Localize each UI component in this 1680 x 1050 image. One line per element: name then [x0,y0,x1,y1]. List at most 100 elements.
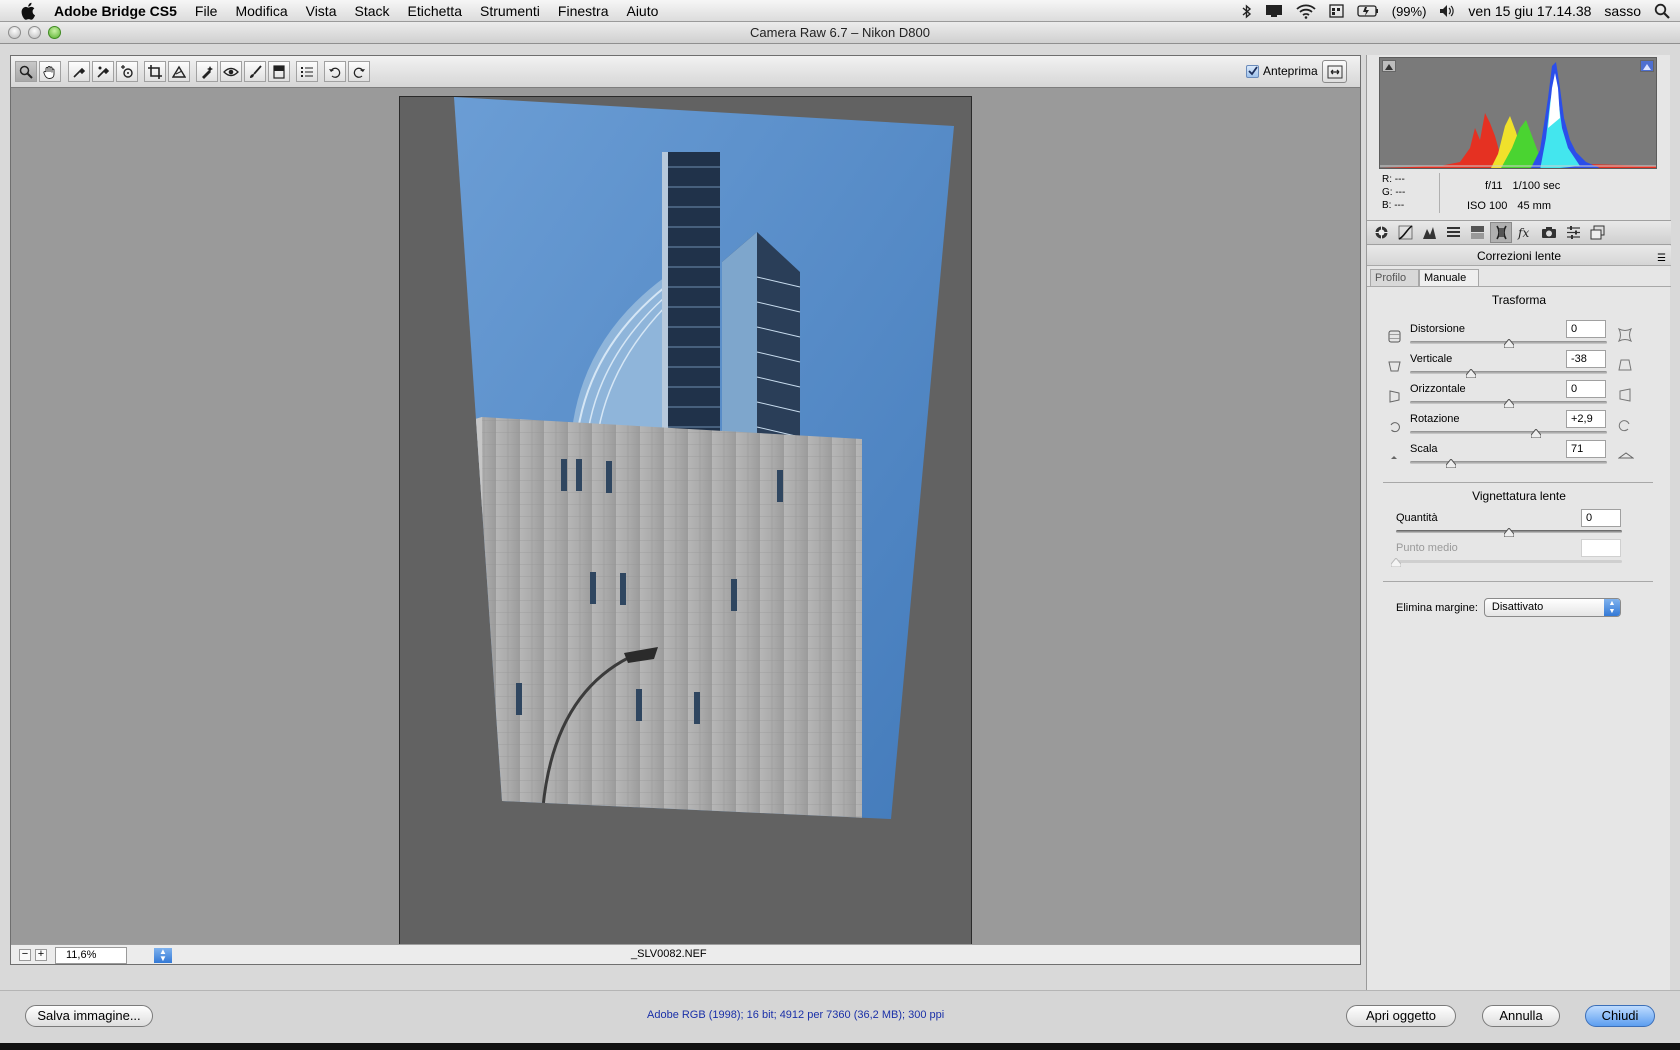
scale-slider-thumb[interactable] [1445,457,1457,469]
zoom-in-button[interactable]: + [35,949,47,961]
volume-icon[interactable] [1439,4,1455,18]
clock[interactable]: ven 15 giu 17.14.38 [1468,3,1591,19]
distortion-slider-thumb[interactable] [1503,337,1514,349]
scale-label: Scala [1410,443,1438,455]
rotate-left-icon [1388,420,1401,433]
subtab-profilo[interactable]: Profilo [1370,269,1419,287]
open-object-button[interactable]: Apri oggetto [1346,1005,1456,1027]
user-name[interactable]: sasso [1604,3,1641,19]
menu-finestra[interactable]: Finestra [549,3,618,19]
zoom-out-button[interactable]: − [19,949,31,961]
scale-value-input[interactable]: 71 [1566,440,1606,458]
tab-presets-icon[interactable] [1562,222,1584,243]
shadow-clipping-warning-button[interactable] [1382,60,1396,72]
menu-app-name[interactable]: Adobe Bridge CS5 [54,3,186,19]
rotate-cw-icon[interactable] [348,61,370,82]
subtab-manuale[interactable]: Manuale [1419,269,1479,287]
tab-lens-corrections-icon[interactable] [1490,222,1512,243]
scale-slider[interactable] [1410,461,1607,464]
white-balance-tool-icon[interactable] [68,61,90,82]
vignette-amount-input[interactable]: 0 [1581,509,1621,527]
menu-strumenti[interactable]: Strumenti [471,3,549,19]
tab-tone-curve-icon[interactable] [1394,222,1416,243]
cancel-button[interactable]: Annulla [1482,1005,1560,1027]
preview-checkbox[interactable] [1246,64,1259,78]
horizontal-perspective-right-icon [1618,388,1632,402]
zoom-level-select[interactable]: 11,6% ▲ ▼ [55,947,172,964]
zoom-tool-icon[interactable] [15,61,37,82]
crop-tool-icon[interactable] [144,61,166,82]
wifi-icon[interactable] [1296,4,1316,19]
fullscreen-button[interactable] [1322,60,1347,83]
tab-snapshots-icon[interactable] [1586,222,1608,243]
rotate-ccw-icon[interactable] [324,61,346,82]
rotation-slider[interactable] [1410,431,1607,434]
tool-bar: Anteprima [11,56,1360,88]
rotation-slider-row: Rotazione +2,9 [1367,410,1671,443]
preview-toggle[interactable]: Anteprima [1246,64,1318,78]
iso: ISO 100 [1467,200,1508,212]
dock-edge [0,1043,1680,1050]
graduated-filter-tool-icon[interactable] [268,61,290,82]
save-image-button[interactable]: Salva immagine... [25,1005,153,1027]
targeted-adjustment-tool-icon[interactable] [116,61,138,82]
menu-stack[interactable]: Stack [345,3,398,19]
vignette-section-title: Vignettatura lente [1472,489,1566,503]
horizontal-slider-thumb[interactable] [1503,397,1514,409]
histogram-graph [1380,58,1656,168]
color-sampler-tool-icon[interactable] [92,61,114,82]
vertical-perspective-icon [1388,360,1401,373]
defringe-row: Elimina margine: Disattivato ▲ ▼ [1396,598,1621,617]
rotation-value-input[interactable]: +2,9 [1566,410,1606,428]
adjustments-panel: R: --- G: --- B: --- f/11 1/100 sec ISO … [1366,55,1671,990]
zoom-window-button[interactable] [48,26,61,39]
tab-split-toning-icon[interactable] [1466,222,1488,243]
tab-effects-icon[interactable]: fx [1514,222,1536,243]
battery-icon[interactable] [1357,5,1379,17]
menu-aiuto[interactable]: Aiuto [617,3,667,19]
vertical-slider[interactable] [1410,371,1607,374]
tab-detail-icon[interactable] [1418,222,1440,243]
panel-menu-icon[interactable]: ☰ [1657,249,1666,269]
calendar-icon[interactable] [1329,4,1344,18]
image-canvas[interactable] [399,96,972,955]
vertical-slider-thumb[interactable] [1465,367,1477,379]
close-window-button[interactable] [8,26,21,39]
vignette-midpoint-input [1581,539,1621,557]
panel-header: Correzioni lente ☰ [1367,246,1671,266]
menu-file[interactable]: File [186,3,227,19]
menu-etichetta[interactable]: Etichetta [399,3,471,19]
red-eye-tool-icon[interactable] [220,61,242,82]
horizontal-value-input[interactable]: 0 [1566,380,1606,398]
svg-text:fx: fx [1517,226,1529,240]
zoom-dropdown-arrow-icon[interactable]: ▲ ▼ [154,948,172,963]
adjustment-brush-tool-icon[interactable] [244,61,266,82]
tab-hsl-icon[interactable] [1442,222,1464,243]
preferences-list-icon[interactable] [296,61,318,82]
tab-camera-calibration-icon[interactable] [1538,222,1560,243]
pincushion-distortion-icon [1617,327,1633,343]
section-divider [1383,482,1653,483]
straighten-tool-icon[interactable] [168,61,190,82]
rotation-slider-thumb[interactable] [1530,427,1542,439]
hand-tool-icon[interactable] [39,61,61,82]
menu-modifica[interactable]: Modifica [226,3,296,19]
histogram[interactable] [1379,57,1657,169]
distortion-value-input[interactable]: 0 [1566,320,1606,338]
minimize-window-button[interactable] [28,26,41,39]
close-button[interactable]: Chiudi [1585,1005,1655,1027]
distortion-label: Distorsione [1410,323,1466,335]
apple-icon[interactable] [18,0,40,22]
vertical-value-input[interactable]: -38 [1566,350,1606,368]
vignette-amount-slider-thumb[interactable] [1503,526,1515,538]
bluetooth-icon[interactable] [1242,3,1252,19]
defringe-select[interactable]: Disattivato ▲ ▼ [1483,598,1621,617]
tab-basic-icon[interactable] [1370,222,1392,243]
spot-removal-tool-icon[interactable] [196,61,218,82]
workflow-options-link[interactable]: Adobe RGB (1998); 16 bit; 4912 per 7360 … [647,1009,944,1021]
preview-area: Anteprima − + 11,6% ▲ ▼ _SLV0082.NEF [10,55,1361,965]
spotlight-search-icon[interactable] [1654,3,1670,19]
menu-vista[interactable]: Vista [297,3,346,19]
display-icon[interactable] [1265,4,1283,18]
highlight-clipping-warning-button[interactable] [1640,60,1654,72]
